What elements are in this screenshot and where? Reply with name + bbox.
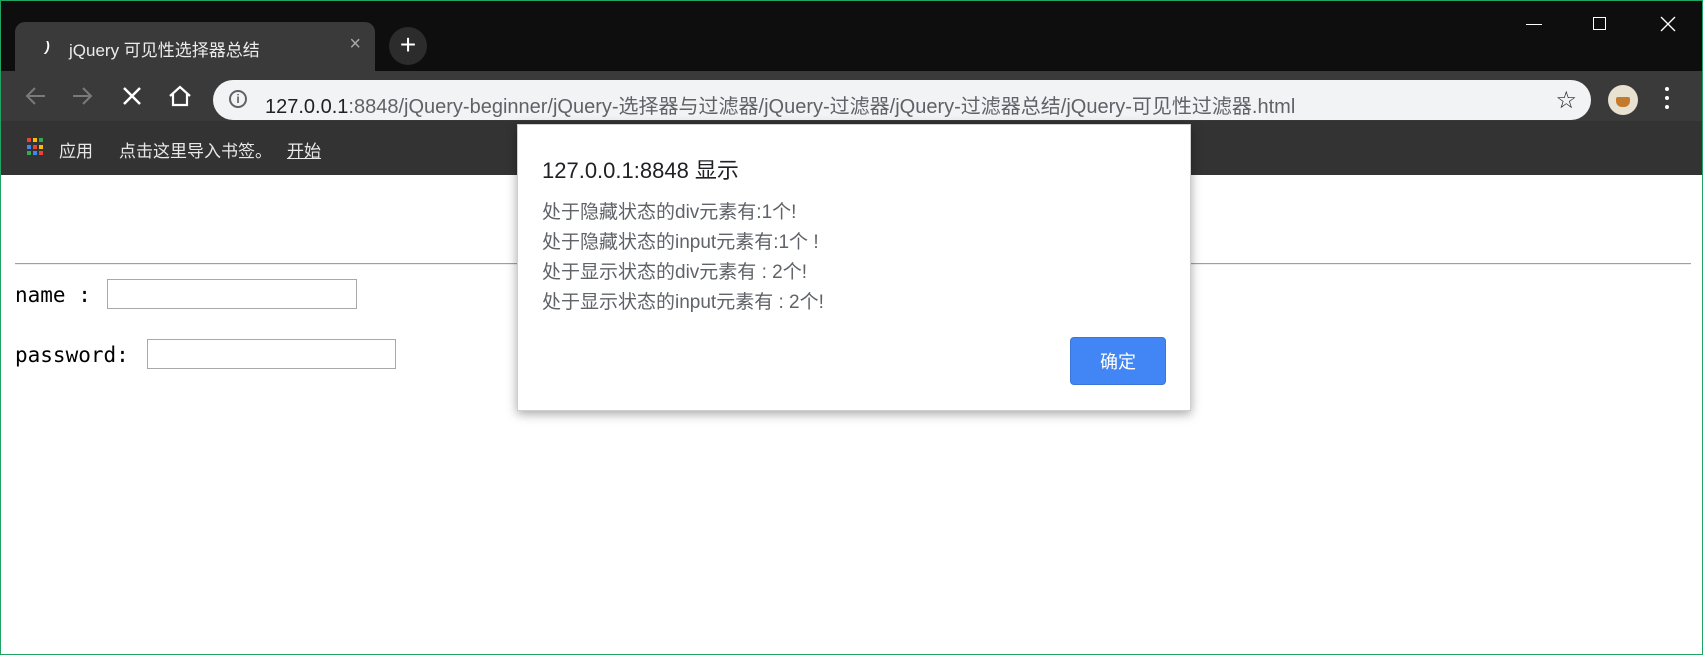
minimize-button[interactable] [1500, 1, 1566, 47]
stop-loading-icon[interactable] [117, 81, 147, 111]
browser-tab[interactable]: ) jQuery 可见性选择器总结 × [15, 22, 375, 71]
url-text[interactable]: 127.0.0.1:8848/jQuery-beginner/jQuery-选择… [265, 90, 1295, 119]
new-tab-button[interactable]: + [389, 27, 427, 65]
tab-close-icon[interactable]: × [349, 34, 361, 54]
home-icon[interactable] [165, 81, 195, 111]
password-label: password: [15, 343, 129, 367]
dialog-message-line: 处于隐藏状态的input元素有:1个 ! [542, 232, 819, 253]
more-menu-icon[interactable] [1664, 87, 1670, 113]
browser-window: ) jQuery 可见性选择器总结 × + i 127.0.0.1:8848/j… [0, 0, 1703, 655]
close-icon [1660, 16, 1676, 32]
dialog-message-line: 处于显示状态的div元素有 : 2个! [542, 262, 807, 283]
profile-avatar[interactable] [1608, 85, 1638, 115]
name-input[interactable] [107, 279, 357, 309]
back-arrow-icon[interactable] [21, 81, 51, 111]
dialog-message-line: 处于隐藏状态的div元素有:1个! [542, 202, 797, 223]
forward-arrow-icon[interactable] [67, 81, 97, 111]
start-import-link[interactable]: 开始 [287, 137, 321, 162]
info-icon[interactable]: i [229, 90, 247, 108]
password-input[interactable] [147, 339, 396, 369]
maximize-icon [1593, 17, 1606, 30]
dialog-title: 127.0.0.1:8848 显示 [542, 158, 739, 183]
apps-grid-icon[interactable] [27, 138, 45, 156]
ok-button[interactable]: 确定 [1070, 337, 1166, 385]
alert-dialog: 127.0.0.1:8848 显示 处于隐藏状态的div元素有:1个! 处于隐藏… [517, 124, 1191, 411]
title-bar: ) jQuery 可见性选择器总结 × + [1, 1, 1702, 71]
url-host: 127.0.0.1 [265, 96, 349, 118]
tab-favicon-icon: ) [45, 38, 50, 54]
import-bookmarks-text: 点击这里导入书签。 [119, 142, 272, 161]
apps-shortcut[interactable]: 应用 [59, 137, 93, 162]
url-path: :8848/jQuery-beginner/jQuery-选择器与过滤器/jQu… [348, 96, 1296, 118]
minimize-icon [1526, 24, 1542, 25]
dialog-message-line: 处于显示状态的input元素有 : 2个! [542, 292, 824, 313]
name-label: name : [15, 283, 91, 307]
maximize-button[interactable] [1567, 1, 1633, 47]
bookmark-star-icon[interactable]: ☆ [1555, 86, 1577, 115]
close-window-button[interactable] [1635, 1, 1701, 47]
tab-title: jQuery 可见性选择器总结 [69, 41, 260, 60]
address-bar[interactable]: i 127.0.0.1:8848/jQuery-beginner/jQuery-… [213, 80, 1591, 120]
